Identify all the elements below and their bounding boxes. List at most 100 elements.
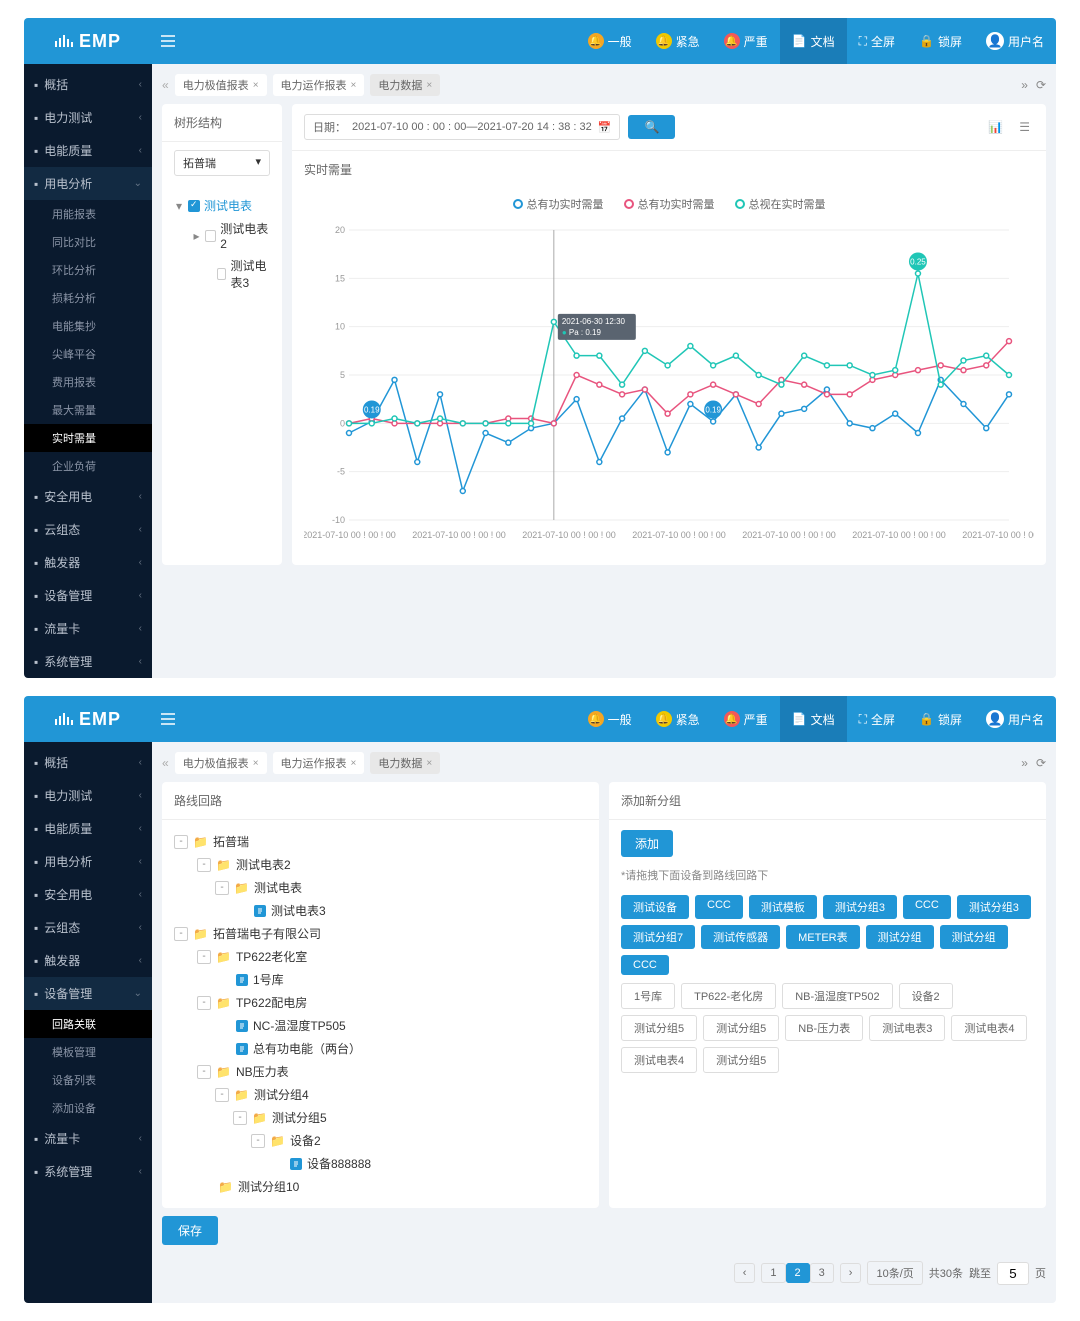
sidebar-item[interactable]: ▪云组态‹ bbox=[24, 911, 152, 944]
sidebar-subitem[interactable]: 回路关联 bbox=[24, 1010, 152, 1038]
header-urgent[interactable]: 🔔紧急 bbox=[644, 696, 712, 742]
tabs-next-icon[interactable]: » bbox=[1021, 78, 1028, 92]
close-icon[interactable]: × bbox=[253, 80, 259, 91]
tree-row[interactable]: NC-温湿度TP505 bbox=[174, 1014, 587, 1037]
tree-row[interactable]: 1号库 bbox=[174, 968, 587, 991]
device-tag[interactable]: NB-温湿度TP502 bbox=[782, 983, 892, 1009]
tabs-next-icon[interactable]: » bbox=[1021, 756, 1028, 770]
sidebar-subitem[interactable]: 最大需量 bbox=[24, 396, 152, 424]
tab-extremes[interactable]: 电力极值报表× bbox=[175, 752, 267, 774]
tab-extremes[interactable]: 电力极值报表× bbox=[175, 74, 267, 96]
tree-row[interactable]: -📁测试电表2 bbox=[174, 853, 587, 876]
per-page-select[interactable]: 10条/页 bbox=[867, 1261, 922, 1285]
tree-row[interactable]: 📁测试分组10 bbox=[174, 1175, 587, 1198]
sidebar-subitem[interactable]: 设备列表 bbox=[24, 1066, 152, 1094]
header-urgent[interactable]: 🔔紧急 bbox=[644, 18, 712, 64]
sidebar-subitem[interactable]: 用能报表 bbox=[24, 200, 152, 228]
device-tag[interactable]: METER表 bbox=[786, 925, 860, 949]
tree-node[interactable]: ▸测试电表2 bbox=[174, 217, 270, 254]
header-general[interactable]: 🔔一般 bbox=[576, 696, 644, 742]
save-button[interactable]: 保存 bbox=[162, 1216, 218, 1245]
refresh-icon[interactable]: ⟳ bbox=[1036, 756, 1046, 770]
sidebar-subitem[interactable]: 同比对比 bbox=[24, 228, 152, 256]
expand-icon[interactable]: - bbox=[174, 835, 188, 849]
tree-node[interactable]: ▾测试电表 bbox=[174, 194, 270, 217]
sidebar-item[interactable]: ▪系统管理‹ bbox=[24, 1155, 152, 1188]
device-tag[interactable]: NB-压力表 bbox=[785, 1015, 863, 1041]
tree-row[interactable]: -📁TP622老化室 bbox=[174, 945, 587, 968]
expand-icon[interactable]: - bbox=[197, 996, 211, 1010]
checkbox[interactable] bbox=[188, 200, 200, 212]
tree-row[interactable]: -📁拓普瑞 bbox=[174, 830, 587, 853]
page-next[interactable]: › bbox=[840, 1263, 862, 1283]
header-critical[interactable]: 🔔严重 bbox=[712, 696, 780, 742]
close-icon[interactable]: × bbox=[426, 80, 432, 91]
sidebar-item[interactable]: ▪流量卡‹ bbox=[24, 1122, 152, 1155]
header-general[interactable]: 🔔一般 bbox=[576, 18, 644, 64]
device-tag[interactable]: 测试电表4 bbox=[951, 1015, 1027, 1041]
sidebar-item[interactable]: ▪电力测试‹ bbox=[24, 779, 152, 812]
sidebar-item[interactable]: ▪安全用电‹ bbox=[24, 480, 152, 513]
sidebar-subitem[interactable]: 费用报表 bbox=[24, 368, 152, 396]
menu-toggle[interactable] bbox=[152, 35, 184, 47]
expand-icon[interactable]: - bbox=[215, 1088, 229, 1102]
expand-icon[interactable]: - bbox=[174, 927, 188, 941]
device-tag[interactable]: 测试分组5 bbox=[703, 1015, 779, 1041]
checkbox[interactable] bbox=[217, 268, 226, 280]
device-tag[interactable]: 测试电表3 bbox=[869, 1015, 945, 1041]
tab-power-data[interactable]: 电力数据× bbox=[370, 74, 440, 96]
sidebar-item[interactable]: ▪用电分析‹ bbox=[24, 845, 152, 878]
device-tag[interactable]: 测试分组7 bbox=[621, 925, 695, 949]
page-number[interactable]: 3 bbox=[810, 1263, 834, 1283]
tree-row[interactable]: -📁TP622配电房 bbox=[174, 991, 587, 1014]
header-lock[interactable]: 🔒锁屏 bbox=[907, 18, 974, 64]
refresh-icon[interactable]: ⟳ bbox=[1036, 78, 1046, 92]
sidebar-subitem[interactable]: 模板管理 bbox=[24, 1038, 152, 1066]
device-tag[interactable]: 测试分组5 bbox=[703, 1047, 779, 1073]
header-lock[interactable]: 🔒锁屏 bbox=[907, 696, 974, 742]
sidebar-item[interactable]: ▪设备管理‹ bbox=[24, 579, 152, 612]
tree-row[interactable]: -📁测试电表 bbox=[174, 876, 587, 899]
device-tag[interactable]: 测试电表4 bbox=[621, 1047, 697, 1073]
sidebar-item[interactable]: ▪概括‹ bbox=[24, 746, 152, 779]
sidebar-subitem[interactable]: 损耗分析 bbox=[24, 284, 152, 312]
sidebar-subitem[interactable]: 企业负荷 bbox=[24, 452, 152, 480]
tree-row[interactable]: -📁NB压力表 bbox=[174, 1060, 587, 1083]
device-tag[interactable]: 测试分组 bbox=[866, 925, 934, 949]
sidebar-item[interactable]: ▪流量卡‹ bbox=[24, 612, 152, 645]
sidebar-item[interactable]: ▪云组态‹ bbox=[24, 513, 152, 546]
expand-icon[interactable]: - bbox=[251, 1134, 265, 1148]
menu-toggle[interactable] bbox=[152, 713, 184, 725]
device-tag[interactable]: 测试模板 bbox=[749, 895, 817, 919]
page-number[interactable]: 1 bbox=[761, 1263, 785, 1283]
tab-power-data[interactable]: 电力数据× bbox=[370, 752, 440, 774]
device-tag[interactable]: 1号库 bbox=[621, 983, 675, 1009]
device-tag[interactable]: CCC bbox=[621, 955, 669, 975]
expand-icon[interactable]: - bbox=[215, 881, 229, 895]
header-fullscreen[interactable]: ⛶全屏 bbox=[847, 18, 907, 64]
expand-icon[interactable]: - bbox=[233, 1111, 247, 1125]
device-tag[interactable]: 测试分组5 bbox=[621, 1015, 697, 1041]
device-tag[interactable]: 测试分组 bbox=[940, 925, 1008, 949]
sidebar-item[interactable]: ▪触发器‹ bbox=[24, 944, 152, 977]
sidebar-item[interactable]: ▪概括‹ bbox=[24, 68, 152, 101]
tree-row[interactable]: -📁测试分组5 bbox=[174, 1106, 587, 1129]
list-icon[interactable]: ☰ bbox=[1015, 116, 1034, 138]
close-icon[interactable]: × bbox=[351, 80, 357, 91]
sidebar-item[interactable]: ▪电力测试‹ bbox=[24, 101, 152, 134]
search-button[interactable]: 🔍 bbox=[628, 115, 675, 139]
tree-row[interactable]: 设备888888 bbox=[174, 1152, 587, 1175]
sidebar-item[interactable]: ▪用电分析⌄ bbox=[24, 167, 152, 200]
date-range-input[interactable]: 日期：2021-07-10 00 : 00 : 00—2021-07-20 14… bbox=[304, 114, 620, 140]
tree-row[interactable]: -📁测试分组4 bbox=[174, 1083, 587, 1106]
tab-operation[interactable]: 电力运作报表× bbox=[273, 74, 365, 96]
sidebar-item[interactable]: ▪触发器‹ bbox=[24, 546, 152, 579]
header-docs[interactable]: 📄文档 bbox=[780, 18, 847, 64]
expand-icon[interactable]: - bbox=[197, 1065, 211, 1079]
page-number[interactable]: 2 bbox=[786, 1263, 810, 1283]
sidebar-item[interactable]: ▪设备管理⌄ bbox=[24, 977, 152, 1010]
header-critical[interactable]: 🔔严重 bbox=[712, 18, 780, 64]
page-prev[interactable]: ‹ bbox=[734, 1263, 756, 1283]
sidebar-subitem[interactable]: 电能集抄 bbox=[24, 312, 152, 340]
expand-icon[interactable]: - bbox=[197, 950, 211, 964]
